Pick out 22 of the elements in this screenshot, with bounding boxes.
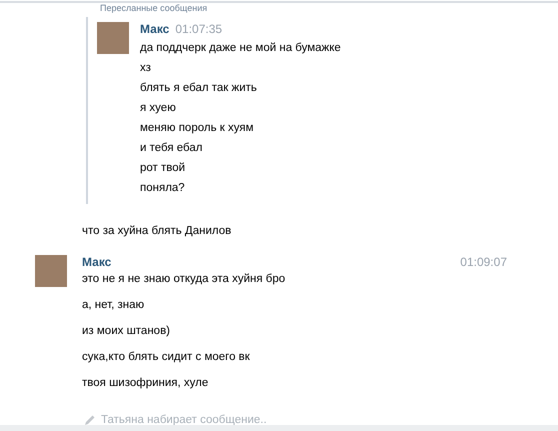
photo-placeholder bbox=[97, 22, 129, 54]
message-text: блять я ебал так жить bbox=[140, 81, 258, 96]
message-text: хз bbox=[140, 61, 152, 76]
message-text: сука,кто блять сидит с моего вк bbox=[82, 350, 251, 365]
message-text: а, нет, знаю bbox=[82, 298, 146, 313]
message-text: твоя шизофриния, хуле bbox=[82, 376, 210, 391]
message-text: да поддчерк даже не мой на бумажке bbox=[140, 41, 341, 56]
message-text: меняю пороль к хуям bbox=[140, 121, 254, 136]
message-text: поняла? bbox=[140, 181, 186, 196]
message-text: я хуею bbox=[140, 101, 177, 116]
message-text: что за хуйна блять Данилов bbox=[82, 224, 232, 239]
author-name[interactable]: Макс bbox=[82, 254, 112, 271]
typing-status: Татьяна набирает сообщение.. bbox=[101, 414, 267, 426]
author-name[interactable]: Макс bbox=[140, 21, 170, 38]
message-text: из моих штанов) bbox=[82, 324, 172, 339]
message-text: рот твой bbox=[140, 161, 186, 176]
message-text: это не я не знаю откуда эта хуйня бро bbox=[82, 272, 286, 287]
photo-placeholder bbox=[35, 255, 67, 287]
message-time: 01:09:07 bbox=[460, 254, 507, 271]
message-time: 01:07:35 bbox=[175, 21, 222, 38]
message-text: и тебя ебал bbox=[140, 141, 204, 156]
forwarded-messages-label: Пересланные сообщения bbox=[100, 3, 208, 13]
